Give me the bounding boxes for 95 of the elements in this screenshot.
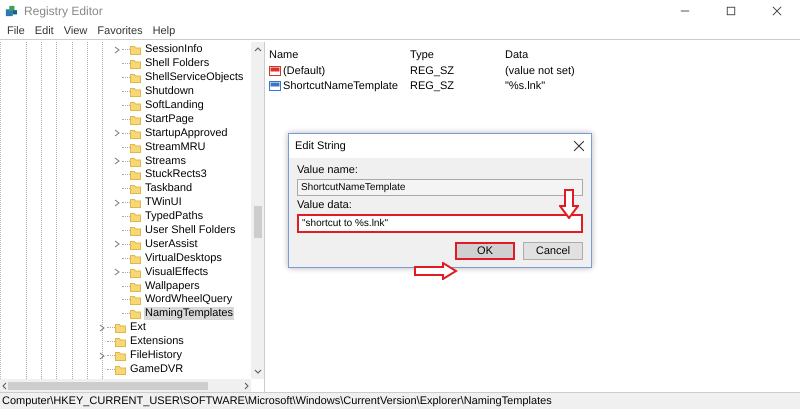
tree-item[interactable]: StartPage <box>144 112 195 126</box>
annotation-arrow <box>559 189 579 219</box>
tree-item[interactable]: Extensions <box>129 335 185 348</box>
scroll-thumb[interactable] <box>8 382 208 390</box>
tree-item[interactable]: StuckRects3 <box>144 168 208 182</box>
folder-icon <box>115 322 126 334</box>
folder-icon <box>130 211 141 222</box>
folder-icon <box>130 238 141 250</box>
folder-icon <box>130 114 141 125</box>
folder-icon <box>130 128 141 139</box>
folder-icon <box>115 364 126 375</box>
menu-item[interactable]: File <box>2 24 30 36</box>
menu-item[interactable]: Edit <box>30 24 59 36</box>
expand-icon[interactable] <box>112 156 122 166</box>
scroll-up-icon <box>254 45 262 53</box>
column-header[interactable]: Name <box>269 48 410 60</box>
tree-item[interactable]: Shutdown <box>144 85 195 98</box>
tree-item[interactable]: ShellServiceObjects <box>144 71 244 84</box>
window-title: Registry Editor <box>24 4 104 18</box>
folder-icon <box>130 280 141 292</box>
expand-icon[interactable] <box>112 128 122 138</box>
close-icon[interactable] <box>573 140 585 152</box>
folder-icon <box>115 336 126 348</box>
tree-item[interactable]: Wallpapers <box>144 280 201 293</box>
field-label: Value data: <box>297 199 353 211</box>
tree-item[interactable]: Taskband <box>144 182 194 196</box>
expand-icon[interactable] <box>97 322 107 333</box>
tree-item[interactable]: Shell Folders <box>144 57 210 70</box>
scroll-thumb[interactable] <box>254 206 262 238</box>
scroll-left-icon <box>0 382 8 390</box>
tree-item[interactable]: StartupApproved <box>144 126 229 140</box>
folder-icon <box>115 350 126 362</box>
tree-item[interactable]: GameDVR <box>129 362 184 376</box>
field-label: Value name: <box>297 164 359 176</box>
table-cell-text: "%s.lnk" <box>505 80 546 92</box>
folder-icon <box>130 58 141 70</box>
tree-item[interactable]: FileHistory <box>129 349 183 362</box>
tree-item[interactable]: UserAssist <box>144 238 199 251</box>
menu-item[interactable]: Favorites <box>92 24 148 36</box>
tree-item[interactable]: Streams <box>144 154 187 168</box>
expand-icon[interactable] <box>112 267 122 278</box>
expand-icon[interactable] <box>112 198 122 208</box>
scroll-down-icon <box>254 368 262 376</box>
value-name-field[interactable]: ShortcutNameTemplate <box>297 179 583 196</box>
ok-button[interactable]: OK <box>455 242 515 260</box>
folder-icon <box>130 169 141 180</box>
folder-icon <box>130 308 141 320</box>
folder-icon <box>130 100 141 111</box>
scrollbar[interactable] <box>251 42 264 379</box>
dialog-title: Edit String <box>295 140 346 152</box>
cancel-button[interactable]: Cancel <box>523 242 583 260</box>
tree-item[interactable]: SessionInfo <box>144 43 204 56</box>
scroll-right-icon <box>243 382 251 390</box>
column-header[interactable]: Data <box>505 48 800 60</box>
tree-item[interactable]: VisualEffects <box>144 266 210 279</box>
value-name[interactable]: ShortcutNameTemplate <box>283 80 398 92</box>
folder-icon <box>130 44 141 56</box>
tree-item[interactable]: SoftLanding <box>144 99 205 112</box>
value-name[interactable]: (Default) <box>283 64 326 76</box>
string-value-icon <box>269 80 281 92</box>
tree-item[interactable]: TypedPaths <box>144 210 204 224</box>
tree-item[interactable]: Ext <box>129 321 147 334</box>
menu-item[interactable]: Help <box>148 24 180 36</box>
tree-item[interactable]: StreamMRU <box>144 140 207 154</box>
tree-item[interactable]: TWinUI <box>144 196 183 210</box>
annotation-arrow <box>414 262 458 280</box>
status-bar: Computer\HKEY_CURRENT_USER\SOFTWARE\Microsoft\Windows\CurrentVersion\Explorer\NamingTemplates <box>0 392 800 409</box>
maximize-icon[interactable] <box>726 6 736 16</box>
table-cell-text: REG_SZ <box>410 64 456 76</box>
column-header[interactable]: Type <box>410 48 505 60</box>
tree-item[interactable]: VirtualDesktops <box>144 252 223 265</box>
folder-icon <box>130 294 141 306</box>
close-icon[interactable] <box>772 6 782 16</box>
folder-icon <box>130 142 141 153</box>
folder-icon <box>130 197 141 208</box>
table-cell-text: (value not set) <box>505 64 576 76</box>
string-value-icon <box>269 64 281 76</box>
folder-icon <box>130 72 141 84</box>
value-data-field[interactable]: "shortcut to %s.lnk" <box>297 214 583 233</box>
folder-icon <box>130 183 141 194</box>
expand-icon[interactable] <box>112 239 122 250</box>
expand-icon[interactable] <box>112 44 122 55</box>
folder-icon <box>130 225 141 236</box>
folder-icon <box>130 86 141 98</box>
scrollbar[interactable] <box>0 379 251 392</box>
menu-item[interactable]: View <box>58 24 92 36</box>
folder-icon <box>130 252 141 264</box>
expand-icon[interactable] <box>97 350 107 361</box>
folder-icon <box>130 156 141 167</box>
table-cell-text: REG_SZ <box>410 80 456 92</box>
tree-item[interactable]: WordWheelQuery <box>144 293 234 306</box>
registry-icon <box>4 5 18 17</box>
tree-item[interactable]: User Shell Folders <box>144 224 236 238</box>
folder-icon <box>130 266 141 278</box>
tree-item[interactable]: NamingTemplates <box>144 307 234 320</box>
